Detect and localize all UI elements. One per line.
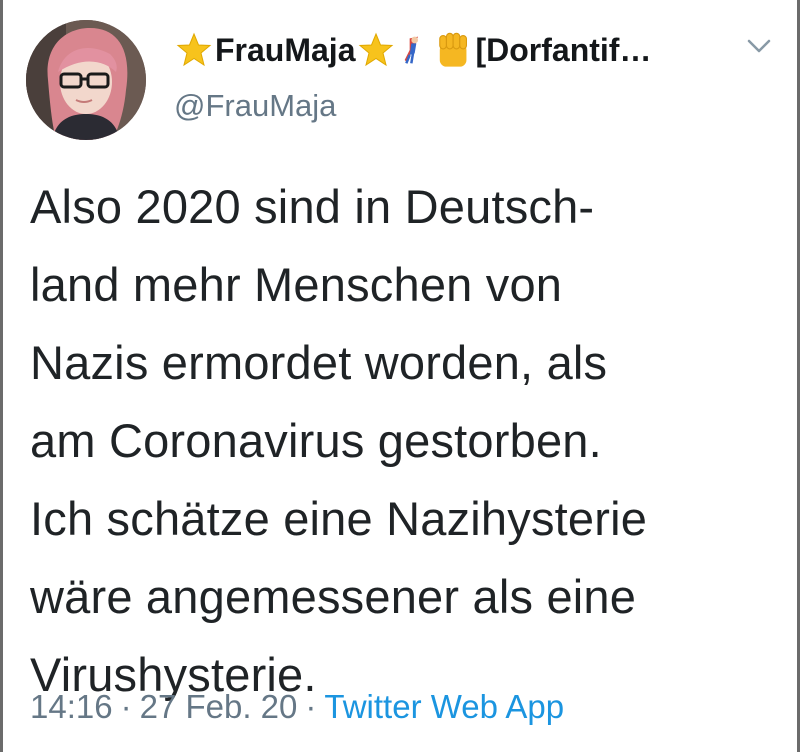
tweet-meta: 14:16 · 27 Feb. 20 · Twitter Web App: [30, 688, 564, 726]
tweet-source-link[interactable]: Twitter Web App: [324, 688, 564, 725]
meta-separator: ·: [305, 688, 317, 725]
superhero-icon: [405, 36, 419, 64]
tweet-text-line: wäre angemessener als eine: [30, 570, 637, 623]
tweet-time[interactable]: 14:16: [30, 688, 113, 725]
tweet-text-line: land mehr Menschen von: [30, 258, 563, 311]
tweet-text-line: Ich schätze eine Nazihysterie: [30, 492, 648, 545]
display-name-rest: [Dorfantif…: [475, 31, 652, 68]
star-icon: [359, 32, 394, 67]
star-icon: [176, 32, 212, 67]
tweet-date[interactable]: 27 Feb. 20: [140, 688, 298, 725]
profile-photo-icon: [26, 20, 146, 140]
meta-separator: ·: [120, 688, 132, 725]
chevron-down-icon[interactable]: [746, 36, 772, 56]
tweet-text: Also 2020 sind in Deutsch- land mehr Men…: [30, 168, 775, 714]
screenshot-border-left: [0, 0, 3, 752]
user-handle[interactable]: @FrauMaja: [174, 88, 336, 124]
display-name-text: FrauMaja: [215, 31, 356, 68]
tweet-text-line: Also 2020 sind in Deutsch-: [30, 180, 595, 233]
raised-fist-icon: [439, 32, 468, 67]
tweet-text-line: Nazis ermordet worden, als: [30, 336, 608, 389]
avatar[interactable]: [26, 20, 146, 140]
tweet-card: FrauMaja [Dorfantif… @FrauMaja Also 2020…: [0, 0, 800, 752]
display-name[interactable]: FrauMaja [Dorfantif…: [174, 25, 652, 75]
tweet-text-line: am Coronavirus gestorben.: [30, 414, 602, 467]
